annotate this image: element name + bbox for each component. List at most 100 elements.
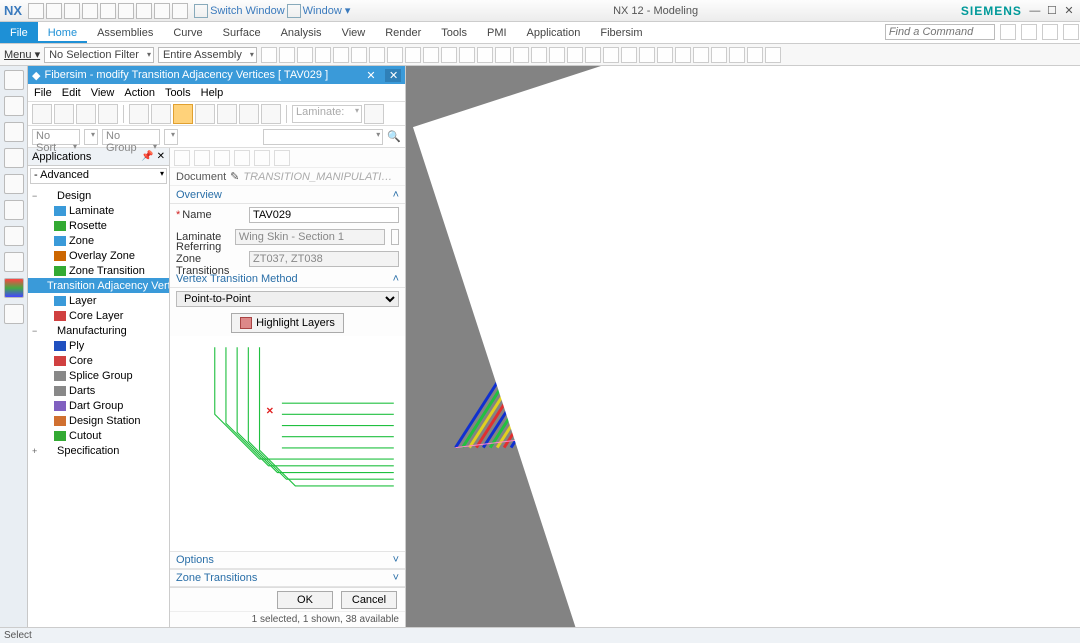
qat-copy-icon[interactable]: [136, 3, 152, 19]
tree-node[interactable]: Layer: [28, 293, 169, 308]
tab-surface[interactable]: Surface: [213, 22, 271, 43]
rail-color-icon[interactable]: [4, 278, 24, 298]
tab-file[interactable]: File: [0, 22, 38, 43]
fibersim-menu-tools[interactable]: Tools: [165, 87, 191, 99]
tree-node[interactable]: Dart Group: [28, 398, 169, 413]
ribbon-icon[interactable]: [747, 47, 763, 63]
tab-render[interactable]: Render: [375, 22, 431, 43]
ribbon-icon[interactable]: [621, 47, 637, 63]
tree-node[interactable]: Transition Adjacency Vertex: [28, 278, 169, 293]
selection-filter-dropdown[interactable]: No Selection Filter: [44, 47, 154, 63]
tab-analysis[interactable]: Analysis: [271, 22, 332, 43]
ribbon-icon[interactable]: [729, 47, 745, 63]
fibersim-close-icon[interactable]: ✕: [363, 69, 379, 82]
ribbon-icon[interactable]: [639, 47, 655, 63]
ftb-box2-icon[interactable]: [217, 104, 237, 124]
tab-curve[interactable]: Curve: [163, 22, 212, 43]
ribbon-icon[interactable]: [369, 47, 385, 63]
cancel-button[interactable]: Cancel: [341, 591, 397, 609]
graphics-viewport[interactable]: TAV029✕: [406, 66, 1080, 627]
section-zone-transitions[interactable]: Zone Transitions ˅: [170, 569, 405, 587]
tab-application[interactable]: Application: [517, 22, 591, 43]
rail-constraint-icon[interactable]: [4, 122, 24, 142]
qat-undo-icon[interactable]: [82, 3, 98, 19]
fibersim-menu-view[interactable]: View: [91, 87, 115, 99]
rail-measure-icon[interactable]: [4, 304, 24, 324]
ribbon-icon[interactable]: [297, 47, 313, 63]
tree-node[interactable]: Laminate: [28, 203, 169, 218]
tree-node[interactable]: Splice Group: [28, 368, 169, 383]
fibersim-tabclose-icon[interactable]: ✕: [385, 69, 401, 82]
ribbon-icon[interactable]: [711, 47, 727, 63]
pin-icon[interactable]: 📌 ✕: [141, 151, 165, 162]
tree-node[interactable]: Zone: [28, 233, 169, 248]
ribbon-icon[interactable]: [351, 47, 367, 63]
ribbon-icon[interactable]: [585, 47, 601, 63]
close-button[interactable]: ✕: [1062, 4, 1076, 17]
search-icon[interactable]: 🔍: [387, 130, 401, 143]
tab-home[interactable]: Home: [38, 22, 87, 43]
tree-node[interactable]: Ply: [28, 338, 169, 353]
assembly-scope-dropdown[interactable]: Entire Assembly: [158, 47, 257, 63]
ribbon-icon[interactable]: [279, 47, 295, 63]
maximize-button[interactable]: ☐: [1045, 4, 1059, 17]
ribbon-icon[interactable]: [333, 47, 349, 63]
tutorial-icon[interactable]: [1042, 24, 1058, 40]
rail-navigator-icon[interactable]: [4, 70, 24, 90]
ribbon-icon[interactable]: [315, 47, 331, 63]
help-icon[interactable]: [1063, 24, 1079, 40]
ribbon-icon[interactable]: [459, 47, 475, 63]
fibersim-menu-help[interactable]: Help: [201, 87, 224, 99]
rail-history-icon[interactable]: [4, 226, 24, 246]
tab-pmi[interactable]: PMI: [477, 22, 517, 43]
sort-dir-icon[interactable]: [84, 129, 98, 145]
qat-open-icon[interactable]: [46, 3, 62, 19]
ribbon-icon[interactable]: [765, 47, 781, 63]
switch-window-control[interactable]: Switch Window Window ▾: [194, 4, 350, 18]
ribbon-icon[interactable]: [441, 47, 457, 63]
search-icon[interactable]: [1000, 24, 1016, 40]
tree-node[interactable]: Zone Transition: [28, 263, 169, 278]
ribbon-icon[interactable]: [387, 47, 403, 63]
ribbon-icon[interactable]: [603, 47, 619, 63]
tab-view[interactable]: View: [332, 22, 376, 43]
prop-list-icon[interactable]: [234, 150, 250, 166]
document-edit-icon[interactable]: ✎: [230, 170, 239, 183]
qat-more-icon[interactable]: [172, 3, 188, 19]
section-vertex-method[interactable]: Vertex Transition Method ˄: [170, 270, 405, 288]
ribbon-icon[interactable]: [423, 47, 439, 63]
qat-redo-icon[interactable]: [100, 3, 116, 19]
ftb-layers-icon[interactable]: [151, 104, 171, 124]
tree-node[interactable]: Overlay Zone: [28, 248, 169, 263]
tree-node[interactable]: Core: [28, 353, 169, 368]
qat-new-icon[interactable]: [28, 3, 44, 19]
ribbon-icon[interactable]: [675, 47, 691, 63]
rail-reuse-icon[interactable]: [4, 174, 24, 194]
tab-assemblies[interactable]: Assemblies: [87, 22, 163, 43]
minimize-button[interactable]: —: [1028, 5, 1042, 17]
tree-node[interactable]: Core Layer: [28, 308, 169, 323]
ribbon-icon[interactable]: [495, 47, 511, 63]
applications-tree[interactable]: −DesignLaminateRosetteZoneOverlay ZoneZo…: [28, 186, 169, 627]
ribbon-icon[interactable]: [531, 47, 547, 63]
ftb-ply-icon[interactable]: [76, 104, 96, 124]
ftb-box-icon[interactable]: [195, 104, 215, 124]
prop-copy-icon[interactable]: [194, 150, 210, 166]
ftb-settings-icon[interactable]: [364, 104, 384, 124]
ftb-solid-icon[interactable]: [129, 104, 149, 124]
tab-tools[interactable]: Tools: [431, 22, 477, 43]
prop-list2-icon[interactable]: [254, 150, 270, 166]
rail-roles-icon[interactable]: [4, 252, 24, 272]
fibersim-menu-action[interactable]: Action: [124, 87, 155, 99]
group-expand-icon[interactable]: [164, 129, 178, 145]
laminate-pick-icon[interactable]: [391, 229, 399, 245]
tree-node[interactable]: Rosette: [28, 218, 169, 233]
ftb-pin-icon[interactable]: [98, 104, 118, 124]
ftb-grid-icon[interactable]: [239, 104, 259, 124]
rail-web-icon[interactable]: [4, 200, 24, 220]
fibersim-menu-edit[interactable]: Edit: [62, 87, 81, 99]
ftb-box-selected-icon[interactable]: [173, 104, 193, 124]
fibersim-menu-file[interactable]: File: [34, 87, 52, 99]
ftb-list-icon[interactable]: [32, 104, 52, 124]
tree-node[interactable]: Cutout: [28, 428, 169, 443]
